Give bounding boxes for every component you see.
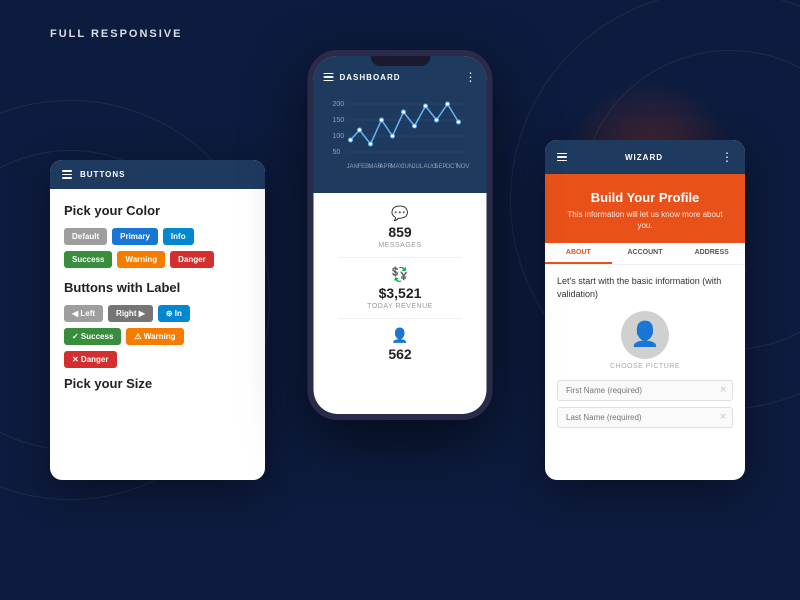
tab-account[interactable]: ACCOUNT — [612, 243, 679, 264]
pick-size-title: Pick your Size — [64, 376, 251, 391]
avatar-circle[interactable]: 👤 — [621, 311, 669, 359]
color-btn-row-2: Success Warning Danger — [64, 251, 251, 268]
wizard-hero-title: Build Your Profile — [559, 190, 731, 205]
btn-danger-label[interactable]: ✕ Danger — [64, 351, 117, 368]
svg-text:JAN: JAN — [347, 164, 358, 170]
wizard-hamburger-icon — [557, 153, 567, 162]
phone-screen: DASHBOARD ⋮ 200 150 100 50 — [314, 56, 487, 414]
wizard-body-subtitle: Let's start with the basic information (… — [557, 275, 733, 300]
btn-success-label[interactable]: ✓ Success — [64, 328, 121, 345]
clear-first-name-icon[interactable]: ✕ — [719, 385, 727, 396]
tab-about[interactable]: ABOUT — [545, 243, 612, 264]
messages-label: MESSAGES — [378, 242, 421, 249]
svg-text:100: 100 — [333, 133, 345, 140]
wizard-header-title: WIZARD — [625, 153, 663, 162]
messages-icon: 💬 — [391, 205, 408, 222]
stats-area: 💬 859 MESSAGES 💱 $3,521 TODAY REVENUE 👤 … — [314, 193, 487, 374]
chart-area: 200 150 100 50 — [314, 92, 487, 193]
center-phone: DASHBOARD ⋮ 200 150 100 50 — [308, 50, 493, 420]
left-card-buttons: BUTTONS Pick your Color Default Primary … — [50, 160, 265, 480]
color-btn-row-1: Default Primary Info — [64, 228, 251, 245]
last-name-field: ✕ — [557, 407, 733, 428]
wizard-tabs: ABOUT ACCOUNT ADDRESS — [545, 243, 745, 265]
stat-divider-2 — [339, 318, 461, 319]
label-btn-row-3: ✕ Danger — [64, 351, 251, 368]
btn-info[interactable]: Info — [163, 228, 194, 245]
svg-text:NOV: NOV — [457, 164, 470, 170]
svg-text:JUL: JUL — [413, 164, 424, 170]
wizard-menu-icon[interactable]: ⋮ — [721, 150, 733, 164]
stat-users: 👤 562 — [388, 327, 411, 362]
avatar-label: CHOOSE PICTURE — [610, 363, 680, 370]
page-title: FULL RESPONSIVE — [50, 28, 182, 40]
svg-text:FEB: FEB — [358, 164, 370, 170]
btn-warning-label[interactable]: ⚠ Warning — [126, 328, 183, 345]
last-name-input[interactable] — [557, 407, 733, 428]
btn-primary[interactable]: Primary — [112, 228, 158, 245]
clear-last-name-icon[interactable]: ✕ — [719, 412, 727, 423]
stat-messages: 💬 859 MESSAGES — [378, 205, 421, 249]
label-btn-row-1: ◀ Left Right ▶ ⊕ In — [64, 305, 251, 322]
tab-address[interactable]: ADDRESS — [678, 243, 745, 264]
buttons-with-label-title: Buttons with Label — [64, 280, 251, 295]
btn-success[interactable]: Success — [64, 251, 112, 268]
dash-hamburger-icon — [324, 73, 334, 82]
revenue-icon: 💱 — [391, 266, 408, 283]
svg-text:50: 50 — [333, 149, 341, 156]
right-card-header: WIZARD ⋮ — [545, 140, 745, 174]
hamburger-icon — [62, 170, 72, 179]
svg-text:JUN: JUN — [402, 164, 414, 170]
stat-revenue: 💱 $3,521 TODAY REVENUE — [367, 266, 433, 310]
avatar-area: 👤 CHOOSE PICTURE — [557, 311, 733, 370]
btn-default[interactable]: Default — [64, 228, 107, 245]
btn-info-label[interactable]: ⊕ In — [158, 305, 190, 322]
btn-warning[interactable]: Warning — [117, 251, 165, 268]
svg-text:150: 150 — [333, 117, 345, 124]
label-btn-row-2: ✓ Success ⚠ Warning — [64, 328, 251, 345]
revenue-value: $3,521 — [379, 285, 422, 301]
right-card-wizard: WIZARD ⋮ Build Your Profile This informa… — [545, 140, 745, 480]
messages-value: 859 — [388, 224, 411, 240]
btn-danger[interactable]: Danger — [170, 251, 214, 268]
wizard-hero-subtitle: This information will let us know more a… — [559, 209, 731, 231]
phone-notch — [370, 56, 430, 66]
revenue-label: TODAY REVENUE — [367, 303, 433, 310]
dash-header-left: DASHBOARD — [324, 73, 401, 82]
left-card-title: BUTTONS — [80, 170, 126, 179]
left-card-header: BUTTONS — [50, 160, 265, 189]
dash-menu-icon[interactable]: ⋮ — [465, 70, 477, 84]
svg-text:200: 200 — [333, 101, 345, 108]
stat-divider-1 — [339, 257, 461, 258]
first-name-field: ✕ — [557, 380, 733, 401]
dash-title: DASHBOARD — [340, 73, 401, 82]
users-icon: 👤 — [391, 327, 408, 344]
btn-left[interactable]: ◀ Left — [64, 305, 103, 322]
btn-right[interactable]: Right ▶ — [108, 305, 153, 322]
wizard-body: Let's start with the basic information (… — [545, 265, 745, 443]
wizard-hero: Build Your Profile This information will… — [545, 174, 745, 243]
avatar-icon: 👤 — [630, 320, 660, 349]
users-value: 562 — [388, 346, 411, 362]
left-card-body: Pick your Color Default Primary Info Suc… — [50, 189, 265, 405]
dashboard-chart: 200 150 100 50 — [324, 98, 477, 178]
pick-color-title: Pick your Color — [64, 203, 251, 218]
first-name-input[interactable] — [557, 380, 733, 401]
